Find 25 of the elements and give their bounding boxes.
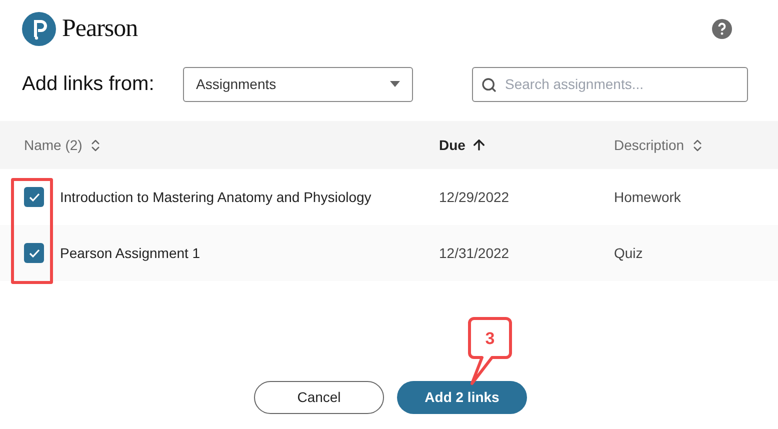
caret-icon [390,81,400,87]
column-header[interactable]: Due [439,134,466,156]
logo-wordmark: Pearson [62,14,138,44]
assignment-name: Pearson Assignment 1 [60,244,200,263]
source-label: Add links from: [22,72,156,97]
column-header[interactable]: Name (2) [24,134,82,156]
search-icon [481,76,497,92]
check-icon [28,248,40,258]
row-checkbox[interactable] [24,187,44,207]
logo-icon [22,12,56,46]
cancel-button[interactable]: Cancel [254,381,384,414]
row-checkbox[interactable] [24,243,44,263]
check-icon [28,192,40,202]
assignment-name: Introduction to Mastering Anatomy and Physiology [60,188,372,207]
add-links-button[interactable]: Add 2 links [397,381,527,414]
column-header[interactable]: Description [614,134,684,156]
source-dropdown[interactable]: Assignments [183,66,413,102]
search-field[interactable]: Search assignments... [472,66,748,102]
description: Homework [614,188,681,206]
step-number: 3 [484,328,496,350]
description: Quiz [614,244,643,263]
help-icon[interactable] [712,19,732,39]
due-date: 12/31/2022 [439,244,510,262]
due-date: 12/29/2022 [439,188,510,206]
step-callout [468,317,512,386]
